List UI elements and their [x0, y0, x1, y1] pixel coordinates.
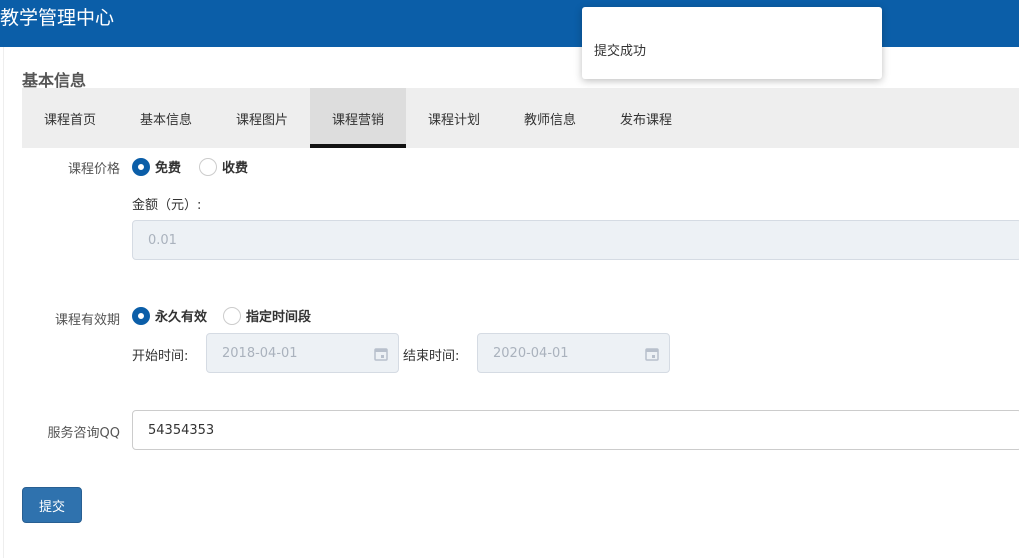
tab-basic-info[interactable]: 基本信息	[118, 88, 214, 148]
start-date-value: 2018-04-01	[222, 345, 298, 361]
submit-button[interactable]: 提交	[22, 487, 82, 523]
end-date-input[interactable]: 2020-04-01	[477, 333, 670, 373]
validity-label: 课程有效期	[54, 313, 120, 328]
tab-course-images[interactable]: 课程图片	[214, 88, 310, 148]
validity-permanent-label: 永久有效	[155, 310, 208, 325]
tab-teacher-info[interactable]: 教师信息	[502, 88, 598, 148]
radio-unchecked-icon	[199, 157, 217, 176]
tab-course-home[interactable]: 课程首页	[22, 88, 118, 148]
calendar-icon	[645, 348, 659, 361]
price-free-radio[interactable]: 免费	[132, 157, 181, 176]
end-time-label: 结束时间:	[403, 349, 460, 364]
amount-label: 金额（元）:	[132, 198, 202, 213]
price-paid-label: 收费	[222, 161, 249, 176]
radio-checked-icon	[132, 306, 150, 325]
qq-label: 服务咨询QQ	[47, 426, 120, 441]
radio-unchecked-icon	[223, 306, 241, 325]
validity-range-radio[interactable]: 指定时间段	[223, 306, 311, 325]
success-toast: 提交成功	[582, 7, 882, 79]
validity-permanent-radio[interactable]: 永久有效	[132, 306, 207, 325]
tab-course-marketing[interactable]: 课程营销	[310, 88, 406, 148]
tab-bar: 课程首页 基本信息 课程图片 课程营销 课程计划 教师信息 发布课程	[22, 88, 1019, 148]
price-label: 课程价格	[67, 162, 120, 177]
radio-checked-icon	[132, 157, 150, 176]
app-title: 教学管理中心	[0, 7, 115, 29]
validity-range-label: 指定时间段	[246, 310, 312, 325]
qq-input[interactable]: 54354353	[132, 410, 1019, 450]
price-paid-radio[interactable]: 收费	[199, 157, 248, 176]
start-date-input[interactable]: 2018-04-01	[206, 333, 399, 373]
price-free-label: 免费	[155, 161, 182, 176]
start-time-label: 开始时间:	[132, 349, 189, 364]
calendar-icon	[374, 348, 388, 361]
tab-course-plan[interactable]: 课程计划	[406, 88, 502, 148]
tab-publish-course[interactable]: 发布课程	[598, 88, 694, 148]
amount-input[interactable]: 0.01	[132, 220, 1019, 260]
toast-message: 提交成功	[594, 44, 647, 59]
end-date-value: 2020-04-01	[493, 345, 569, 361]
